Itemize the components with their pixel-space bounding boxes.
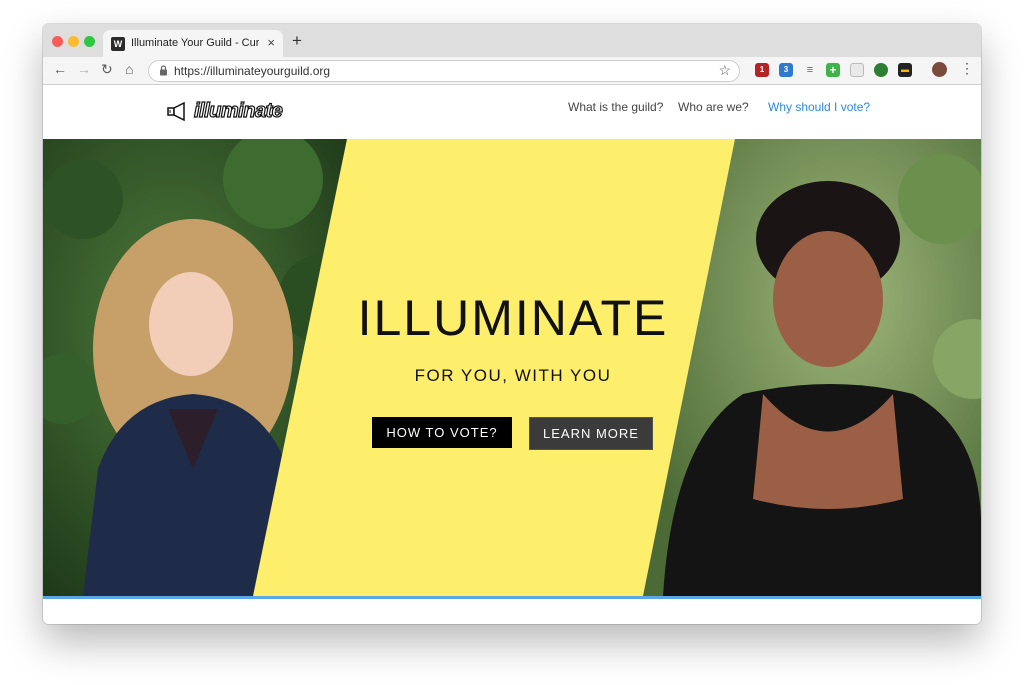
site-header: illuminate What is the guild? Who are we…	[43, 85, 981, 139]
speaker-logo-icon	[167, 102, 185, 121]
nav-why-should-i-vote[interactable]: Why should I vote?	[768, 100, 870, 114]
how-to-vote-button[interactable]: HOW TO VOTE?	[372, 417, 512, 448]
clipboard-extension-icon[interactable]	[850, 63, 864, 77]
hero-section: ILLUMINATE FOR YOU, WITH YOU HOW TO VOTE…	[43, 139, 981, 596]
logo-wordmark: illuminate	[193, 99, 283, 122]
browser-toolbar: ← → ↻ ⌂ https://illuminateyourguild.org …	[43, 57, 981, 85]
url-text: https://illuminateyourguild.org	[174, 64, 331, 78]
profile-avatar[interactable]	[932, 62, 947, 77]
nav-who-are-we[interactable]: Who are we?	[678, 100, 749, 114]
hero-title: ILLUMINATE	[357, 290, 669, 346]
ublock-extension-icon[interactable]: 1	[755, 63, 769, 77]
page-content-area	[43, 599, 981, 624]
yellow-extension-icon[interactable]: ▬	[898, 63, 912, 77]
bookmark-star-icon[interactable]: ☆	[718, 62, 731, 79]
browser-tab[interactable]: W Illuminate Your Guild - Curtin S ×	[103, 30, 283, 57]
close-window-button[interactable]	[52, 36, 63, 47]
plus-extension-icon[interactable]: +	[826, 63, 840, 77]
address-bar[interactable]: https://illuminateyourguild.org ☆	[148, 60, 740, 82]
maximize-window-button[interactable]	[84, 36, 95, 47]
home-icon[interactable]: ⌂	[125, 61, 133, 77]
minimize-window-button[interactable]	[68, 36, 79, 47]
browser-menu-icon[interactable]: ⋮	[960, 60, 974, 77]
site-favicon-icon: W	[111, 37, 125, 51]
back-arrow-icon[interactable]: ←	[53, 61, 67, 77]
browser-window: W Illuminate Your Guild - Curtin S × + ←…	[43, 24, 981, 624]
lock-icon	[160, 65, 167, 76]
green-circle-extension-icon[interactable]	[874, 63, 888, 77]
forward-arrow-icon[interactable]: →	[77, 61, 91, 77]
learn-more-button[interactable]: LEARN MORE	[529, 417, 653, 450]
list-extension-icon[interactable]: ≡	[803, 63, 817, 77]
close-tab-icon[interactable]: ×	[267, 35, 275, 50]
reload-icon[interactable]: ↻	[101, 61, 113, 78]
nav-what-is-the-guild[interactable]: What is the guild?	[568, 100, 663, 114]
s-extension-icon[interactable]: 3	[779, 63, 793, 77]
hero-subtitle: FOR YOU, WITH YOU	[414, 366, 612, 385]
new-tab-button[interactable]: +	[292, 31, 302, 51]
tab-strip: W Illuminate Your Guild - Curtin S × +	[43, 24, 981, 57]
tab-title: Illuminate Your Guild - Curtin S	[131, 37, 259, 49]
